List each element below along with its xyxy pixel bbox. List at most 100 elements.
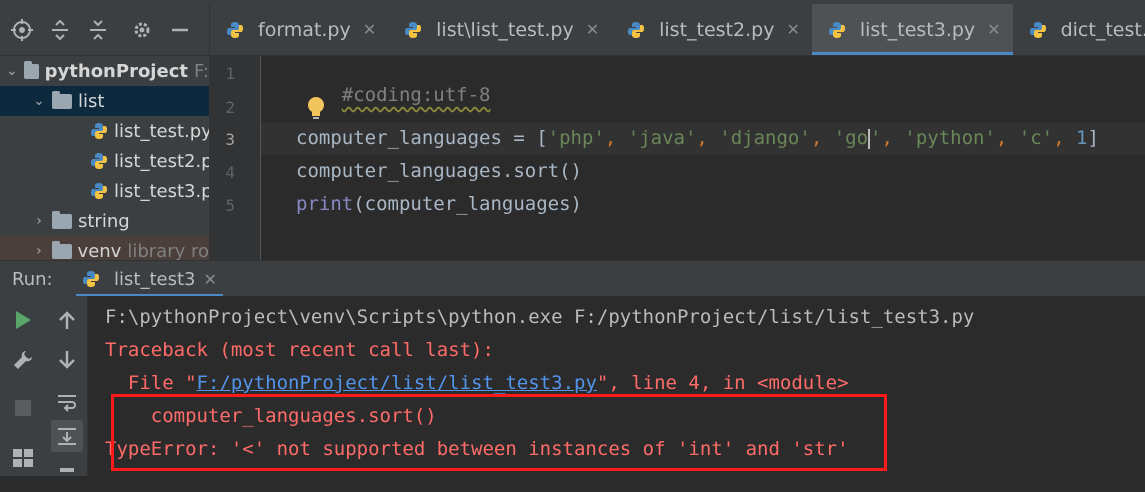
tab-list-test2-py[interactable]: list_test2.py ✕	[611, 4, 812, 55]
console-text: ", line 4, in <module>	[596, 372, 849, 394]
close-icon[interactable]: ✕	[363, 20, 376, 39]
chevron-down-icon[interactable]: ⌄	[32, 93, 46, 109]
soft-wrap-icon[interactable]	[51, 386, 83, 418]
stop-icon[interactable]	[7, 392, 39, 424]
file-link[interactable]: F:/pythonProject/list/list_test3.py	[197, 372, 597, 394]
tree-item-list-test3-py[interactable]: list_test3.py	[0, 176, 209, 206]
string-token: 'php'	[547, 127, 605, 149]
editor-tab-bar: format.py ✕ list\list_test.py ✕ list_tes…	[209, 4, 1145, 56]
comma-token: ,	[1053, 127, 1076, 149]
run-panel-header: Run: list_test3 ✕	[0, 260, 1145, 297]
run-toolbar-primary	[0, 296, 46, 476]
comma-token: ,	[696, 127, 720, 149]
tab-list-test-py[interactable]: list\list_test.py ✕	[388, 4, 611, 55]
gear-icon[interactable]	[128, 16, 156, 44]
tree-item-string[interactable]: › string	[0, 206, 209, 236]
expand-all-icon[interactable]	[46, 16, 74, 44]
chevron-right-icon[interactable]: ›	[32, 213, 46, 229]
tab-dict-test-py[interactable]: dict_test.py ✕	[1013, 4, 1145, 55]
console-text: File "	[105, 372, 197, 394]
print-icon[interactable]	[51, 460, 83, 492]
string-token: 'c'	[1018, 127, 1054, 149]
folder-icon	[52, 210, 72, 229]
python-file-icon	[226, 21, 244, 39]
run-tab[interactable]: list_test3 ✕	[72, 261, 227, 297]
tree-item-hint: library ro	[127, 240, 209, 261]
arrow-up-icon[interactable]	[51, 304, 83, 336]
builtin-token: print	[296, 193, 354, 215]
target-icon[interactable]	[8, 16, 36, 44]
python-file-icon	[82, 270, 100, 288]
tree-item-venv[interactable]: › venv library ro	[0, 236, 209, 260]
tree-item-list-test-py[interactable]: list_test.py	[0, 116, 209, 146]
python-file-icon	[1029, 21, 1047, 39]
comma-token: ,	[810, 127, 834, 149]
tree-item-label: pythonProject	[44, 60, 188, 82]
code-token: computer_languages = [	[296, 127, 548, 149]
code-editor[interactable]: #coding:utf-8 computer_languages = ['php…	[261, 56, 1145, 260]
collapse-all-icon[interactable]	[84, 16, 112, 44]
string-token: 'java'	[627, 127, 697, 149]
lightbulb-icon[interactable]	[306, 96, 326, 124]
tree-item-label: list_test2.py	[114, 150, 209, 172]
python-file-icon	[90, 182, 108, 200]
string-token: 'python'	[904, 127, 996, 149]
python-file-icon	[828, 21, 846, 39]
chevron-down-icon[interactable]: ⌄	[6, 63, 18, 79]
line-number-gutter: 1 2 3 4 5	[209, 56, 261, 260]
code-line-3: computer_languages = ['php', 'java', 'dj…	[296, 127, 1099, 149]
project-tree: ⌄ pythonProject F: ⌄ list list_test.py l…	[0, 56, 209, 260]
tree-item-label: venv	[77, 240, 122, 261]
python-file-icon	[404, 21, 422, 39]
code-token: ]	[1087, 127, 1099, 149]
arrow-down-icon[interactable]	[51, 344, 83, 376]
run-console[interactable]: F:\pythonProject\venv\Scripts\python.exe…	[88, 296, 1145, 476]
comment: #coding:utf-8	[341, 84, 491, 106]
tree-item-list-test2-py[interactable]: list_test2.py	[0, 146, 209, 176]
layout-icon[interactable]	[7, 442, 39, 474]
run-tab-label: list_test3	[114, 268, 196, 290]
tree-item-label: string	[78, 210, 130, 232]
console-code-line: computer_languages.sort()	[105, 405, 437, 427]
string-token: 'go	[833, 127, 869, 149]
string-token: '	[870, 127, 882, 149]
tab-list-test3-py[interactable]: list_test3.py ✕	[811, 4, 1013, 55]
run-label: Run:	[12, 268, 53, 290]
comma-token: ,	[995, 127, 1019, 149]
folder-icon	[51, 240, 72, 259]
wrench-icon[interactable]	[7, 344, 39, 376]
rerun-icon[interactable]	[7, 304, 39, 336]
close-icon[interactable]: ✕	[786, 20, 799, 39]
scroll-to-end-icon[interactable]	[51, 420, 83, 452]
python-file-icon	[90, 122, 108, 140]
tab-label: list_test3.py	[859, 18, 976, 41]
code-line-5: print(computer_languages)	[296, 193, 582, 215]
python-file-icon	[627, 21, 645, 39]
line-number: 3	[225, 130, 235, 149]
console-command-line: F:\pythonProject\venv\Scripts\python.exe…	[105, 306, 975, 328]
python-file-icon	[90, 152, 108, 170]
comma-token: ,	[881, 127, 905, 149]
line-number: 2	[225, 98, 235, 117]
minimize-icon[interactable]	[166, 16, 194, 44]
tree-item-label: list_test3.py	[114, 180, 209, 202]
tree-item-pythonproject[interactable]: ⌄ pythonProject F:	[0, 56, 209, 86]
line-number: 5	[225, 196, 235, 215]
console-traceback-header: Traceback (most recent call last):	[105, 339, 494, 361]
tab-format-py[interactable]: format.py ✕	[210, 4, 388, 55]
tab-label: list_test2.py	[659, 18, 775, 41]
console-error-message: TypeError: '<' not supported between ins…	[105, 438, 849, 460]
comma-token: ,	[604, 127, 628, 149]
tree-item-label: list_test.py	[114, 120, 209, 142]
close-icon[interactable]: ✕	[586, 20, 599, 39]
tab-label: list\list_test.py	[436, 18, 574, 41]
project-toolbar	[0, 4, 209, 56]
folder-icon	[52, 90, 72, 109]
close-icon[interactable]: ✕	[987, 20, 1000, 39]
code-line-4: computer_languages.sort()	[296, 160, 582, 182]
tree-item-list[interactable]: ⌄ list	[0, 86, 209, 116]
chevron-right-icon[interactable]: ›	[32, 243, 46, 259]
run-toolbar-secondary	[46, 296, 88, 476]
folder-icon	[23, 60, 39, 79]
close-icon[interactable]: ✕	[203, 270, 216, 289]
